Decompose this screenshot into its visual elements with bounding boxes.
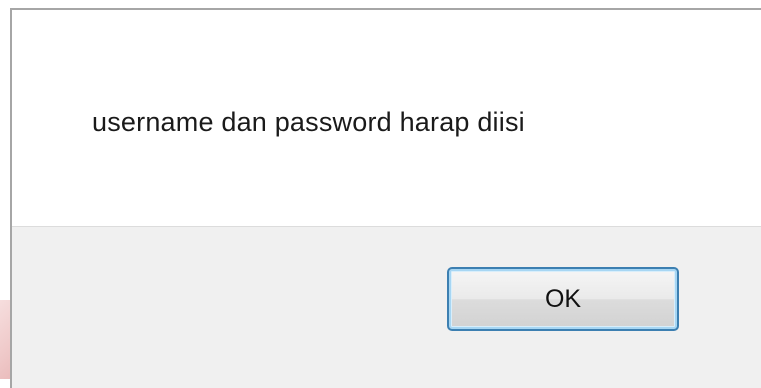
alert-dialog: username dan password harap diisi OK bbox=[10, 8, 761, 388]
dialog-message-text: username dan password harap diisi bbox=[92, 107, 525, 137]
dialog-message-area: username dan password harap diisi bbox=[12, 10, 761, 226]
dialog-button-area: OK bbox=[12, 227, 761, 388]
ok-button[interactable]: OK bbox=[447, 267, 679, 331]
